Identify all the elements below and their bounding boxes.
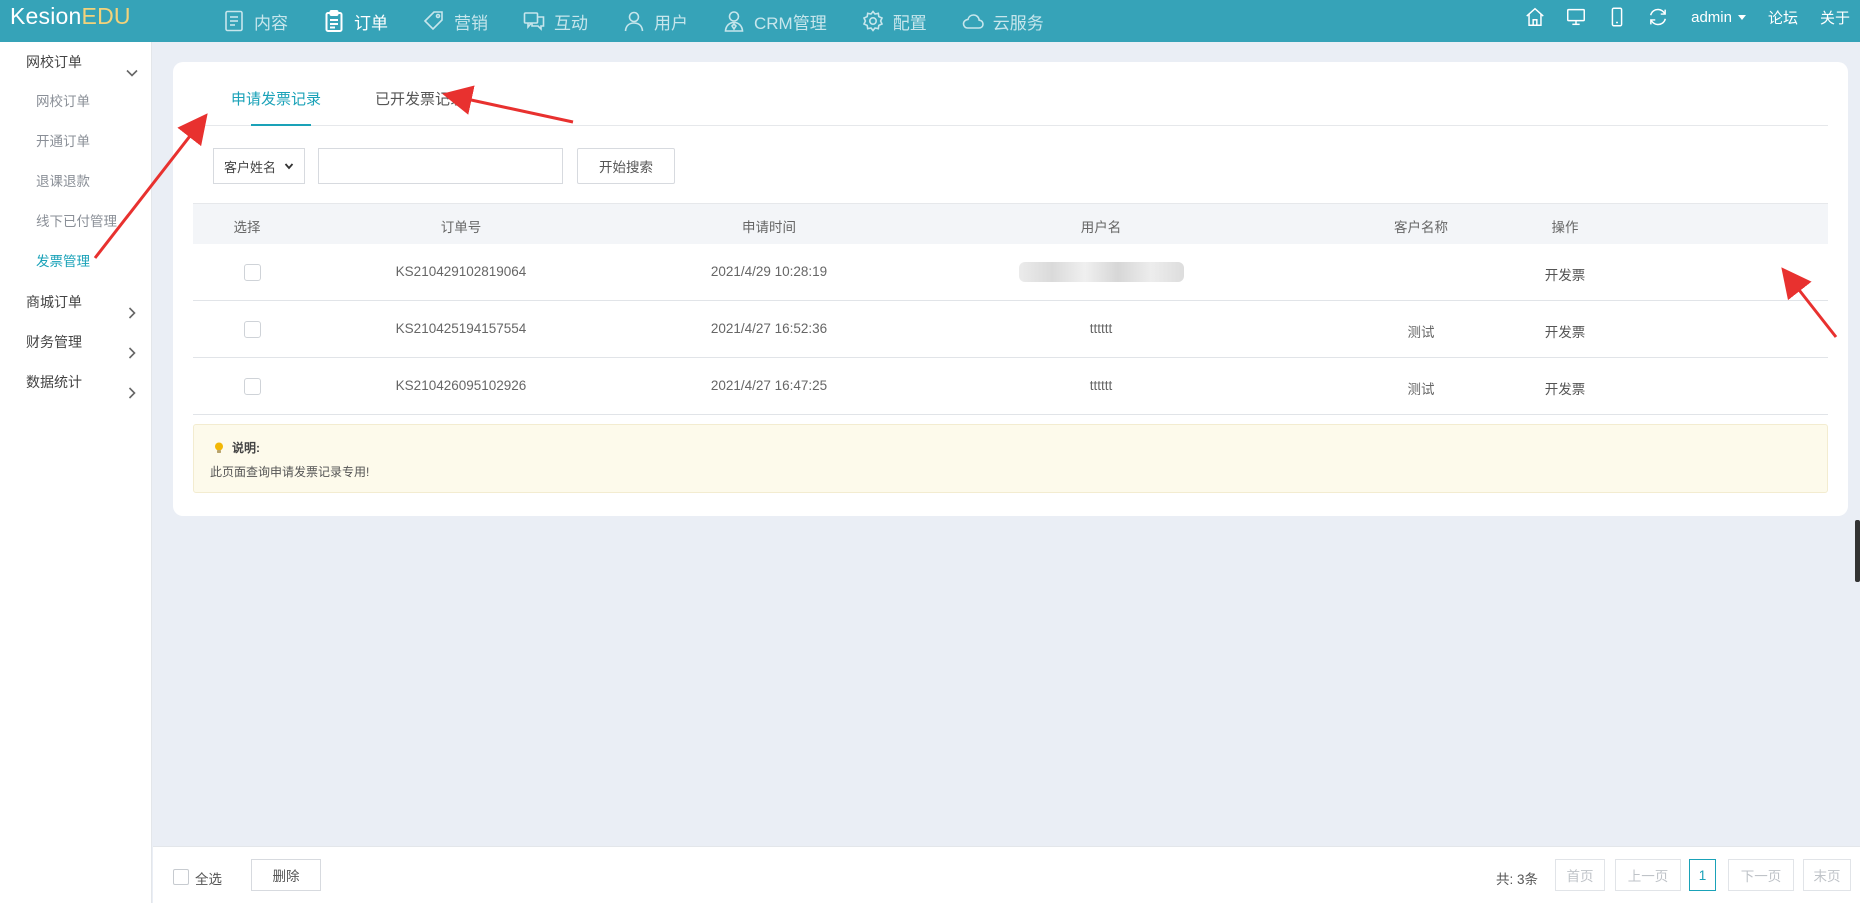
clipboard-icon: [325, 10, 343, 32]
document-icon: [225, 10, 243, 32]
sidebar-group-finance[interactable]: 财务管理: [0, 322, 151, 362]
nav-marketing[interactable]: 营销: [422, 0, 488, 42]
col-header-select: 选择: [233, 220, 261, 235]
table-row: KS210425194157554 2021/4/27 16:52:36 ttt…: [193, 301, 1828, 358]
issue-invoice-link[interactable]: 开发票: [1525, 264, 1605, 284]
cell-customer-name: 测试: [1407, 382, 1435, 397]
sidebar-group-school-orders[interactable]: 网校订单: [0, 42, 151, 82]
row-checkbox[interactable]: [244, 378, 261, 395]
cell-order-no: KS210426095102926: [395, 378, 527, 393]
sidebar-item-activation-orders[interactable]: 开通订单: [0, 122, 151, 162]
active-tab-indicator: [251, 124, 311, 126]
search-button[interactable]: 开始搜索: [577, 148, 675, 184]
page-last-button[interactable]: 末页: [1803, 859, 1851, 891]
main-nav: 内容 订单 营销 互动 用户 CRM管理 配置 云服务: [222, 0, 1078, 42]
page-current-button[interactable]: 1: [1689, 859, 1716, 891]
cell-apply-time: 2021/4/29 10:28:19: [710, 264, 828, 279]
about-link[interactable]: 关于: [1820, 7, 1850, 28]
search-input[interactable]: [318, 148, 563, 184]
select-all-checkbox[interactable]: [173, 869, 189, 885]
col-header-order-no: 订单号: [440, 220, 482, 235]
chevron-down-icon: [125, 55, 139, 77]
cell-username-redacted: [1011, 262, 1191, 285]
footer-bar: 全选 删除 共: 3条 首页 上一页 1 下一页 末页: [153, 846, 1860, 903]
desktop-icon[interactable]: [1565, 6, 1587, 28]
tab-apply-invoice-records[interactable]: 申请发票记录: [231, 88, 321, 109]
table-row: KS210426095102926 2021/4/27 16:47:25 ttt…: [193, 358, 1828, 415]
note-title: 说明:: [212, 439, 260, 456]
col-header-customer-name: 客户名称: [1394, 220, 1448, 235]
nav-users[interactable]: 用户: [622, 0, 688, 42]
cell-username: tttttt: [1089, 378, 1113, 393]
page-first-button[interactable]: 首页: [1555, 859, 1605, 891]
user-icon: [624, 11, 644, 32]
top-right-tools: admin 论坛 关于: [1505, 0, 1850, 34]
sidebar-item-offline-paid[interactable]: 线下已付管理: [0, 202, 151, 242]
total-count: 共: 3条: [1496, 872, 1539, 887]
gear-icon: [862, 10, 883, 32]
search-bar: 客户姓名 开始搜索: [213, 148, 675, 184]
nav-crm[interactable]: CRM管理: [722, 0, 827, 42]
nav-interaction[interactable]: 互动: [522, 0, 588, 42]
refresh-icon[interactable]: [1647, 6, 1669, 28]
nav-content[interactable]: 内容: [222, 0, 288, 42]
table-header: 选择 订单号 申请时间 用户名 客户名称 操作: [193, 203, 1828, 244]
scrollbar[interactable]: [1855, 520, 1860, 582]
nav-orders[interactable]: 订单: [322, 0, 388, 42]
cell-customer-name: 测试: [1407, 325, 1435, 340]
sidebar-group-mall-orders[interactable]: 商城订单: [0, 282, 151, 322]
cell-apply-time: 2021/4/27 16:47:25: [710, 378, 828, 393]
chevron-right-icon: [125, 335, 139, 359]
crm-user-icon: [724, 11, 744, 32]
main-card: 申请发票记录 已开发票记录 客户姓名 开始搜索 选择 订单号 申请时间 用户名 …: [173, 62, 1848, 516]
select-all-label[interactable]: 全选: [195, 868, 222, 888]
tab-issued-invoice-records[interactable]: 已开发票记录: [375, 88, 465, 109]
sidebar-item-refunds[interactable]: 退课退款: [0, 162, 151, 202]
sidebar: 网校订单 网校订单 开通订单 退课退款 线下已付管理 发票管理 商城订单 财务管…: [0, 42, 152, 903]
forum-link[interactable]: 论坛: [1768, 7, 1798, 28]
issue-invoice-link[interactable]: 开发票: [1525, 378, 1605, 398]
delete-button[interactable]: 删除: [251, 859, 321, 891]
page-next-button[interactable]: 下一页: [1728, 859, 1794, 891]
tag-icon: [423, 11, 443, 31]
cell-username: tttttt: [1089, 321, 1113, 336]
home-icon[interactable]: [1524, 6, 1546, 28]
logo[interactable]: KesionEDU: [10, 3, 131, 30]
col-header-apply-time: 申请时间: [742, 220, 796, 235]
chevron-down-icon: [284, 163, 294, 170]
nav-cloud[interactable]: 云服务: [961, 0, 1044, 42]
sidebar-group-statistics[interactable]: 数据统计: [0, 362, 151, 402]
cell-order-no: KS210425194157554: [395, 321, 527, 336]
cell-order-no: KS210429102819064: [395, 264, 527, 279]
tab-bar: 申请发票记录 已开发票记录: [193, 62, 1828, 126]
mobile-icon[interactable]: [1606, 6, 1628, 28]
lightbulb-icon: [215, 442, 223, 453]
note-text: 此页面查询申请发票记录专用!: [210, 465, 370, 479]
chevron-right-icon: [125, 295, 139, 319]
caret-down-icon: [1737, 15, 1746, 21]
cloud-icon: [962, 14, 984, 29]
invoice-table: 选择 订单号 申请时间 用户名 客户名称 操作 KS21042910281906…: [193, 203, 1828, 415]
info-note: 说明: 此页面查询申请发票记录专用!: [193, 424, 1828, 493]
nav-settings[interactable]: 配置: [861, 0, 927, 42]
table-row: KS210429102819064 2021/4/29 10:28:19 开发票: [193, 244, 1828, 301]
redacted-text: [1018, 262, 1184, 282]
chat-icon: [523, 12, 545, 31]
cell-apply-time: 2021/4/27 16:52:36: [710, 321, 828, 336]
page-prev-button[interactable]: 上一页: [1615, 859, 1681, 891]
row-checkbox[interactable]: [244, 264, 261, 281]
issue-invoice-link[interactable]: 开发票: [1525, 321, 1605, 341]
row-checkbox[interactable]: [244, 321, 261, 338]
col-header-username: 用户名: [1080, 220, 1122, 235]
admin-menu[interactable]: admin: [1691, 9, 1746, 26]
search-field-select[interactable]: 客户姓名: [213, 148, 305, 184]
top-bar: KesionEDU 内容 订单 营销 互动 用户 CRM管理 配置 云服务 ad…: [0, 0, 1860, 42]
sidebar-item-school-orders[interactable]: 网校订单: [0, 82, 151, 122]
col-header-actions: 操作: [1551, 220, 1579, 235]
chevron-right-icon: [125, 375, 139, 399]
sidebar-item-invoice-management[interactable]: 发票管理: [0, 242, 151, 282]
